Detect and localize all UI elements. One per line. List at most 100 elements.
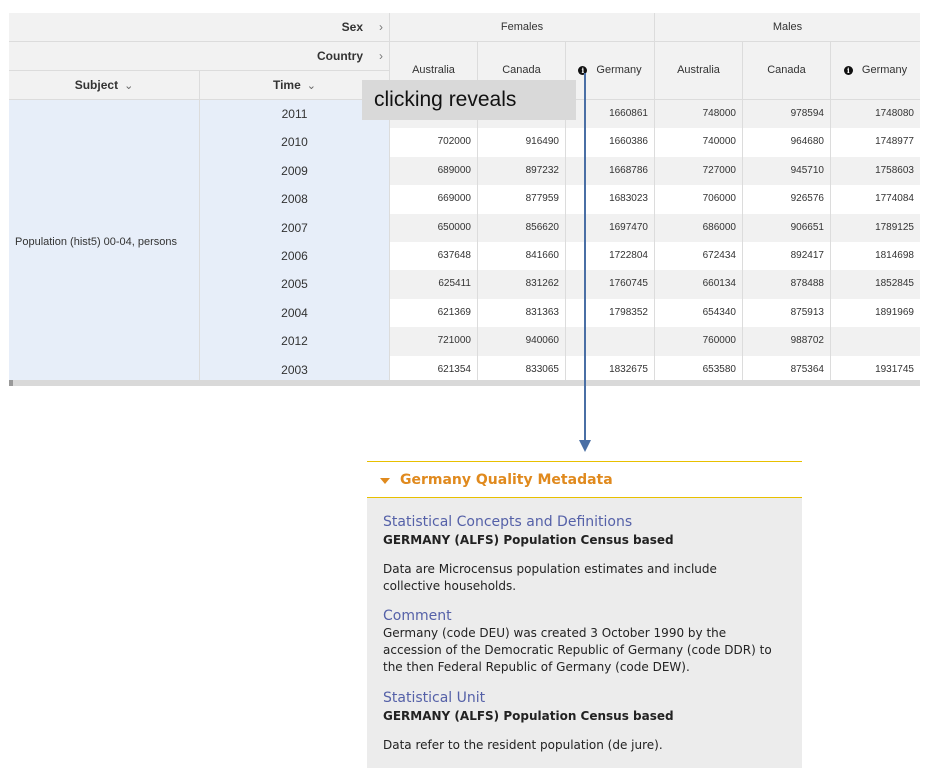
- time-cell: 2005: [200, 270, 390, 299]
- sex-dimension-label: Sex: [341, 20, 363, 34]
- time-cell: 2010: [200, 128, 390, 157]
- horizontal-scrollbar[interactable]: [9, 380, 920, 386]
- section-body: Germany (code DEU) was created 3 October…: [383, 626, 772, 674]
- section-subtitle: GERMANY (ALFS) Population Census based: [383, 533, 674, 547]
- value-cell: 748000: [655, 100, 743, 129]
- subject-column-label: Subject: [74, 78, 119, 92]
- sex-dimension-header[interactable]: Sex ›: [9, 13, 390, 42]
- value-cell: 897232: [478, 156, 566, 186]
- chevron-right-icon[interactable]: ›: [379, 13, 383, 41]
- callout-label: clicking reveals: [362, 80, 576, 120]
- section-title: Statistical Unit: [383, 690, 486, 706]
- value-cell: 637648: [390, 242, 478, 271]
- country-header[interactable]: i Germany: [566, 42, 655, 100]
- arrow-down-icon: [579, 440, 591, 452]
- value-cell: 875913: [743, 298, 831, 328]
- value-cell: 672434: [655, 242, 743, 271]
- data-table: Sex › Females Males Country › Australia …: [9, 13, 920, 386]
- time-cell: 2008: [200, 185, 390, 214]
- time-cell: 2006: [200, 242, 390, 271]
- value-cell: 940060: [478, 327, 566, 356]
- value-cell: 1758603: [831, 156, 920, 186]
- value-cell: 621369: [390, 298, 478, 328]
- value-cell: 964680: [743, 128, 831, 157]
- info-icon[interactable]: i: [843, 66, 853, 75]
- value-cell: 650000: [390, 213, 478, 242]
- value-cell: 831262: [478, 270, 566, 299]
- caret-down-icon[interactable]: [380, 478, 390, 484]
- time-cell: 2007: [200, 213, 390, 242]
- value-cell: 625411: [390, 270, 478, 299]
- country-label: Canada: [767, 64, 806, 76]
- country-label: Germany: [861, 64, 908, 76]
- section-title: Statistical Concepts and Definitions: [383, 514, 633, 530]
- chevron-down-icon[interactable]: ⌄: [124, 80, 133, 92]
- country-dimension-label: Country: [317, 49, 363, 63]
- metadata-panel-title: Germany Quality Metadata: [400, 472, 613, 488]
- country-label: Australia: [677, 64, 720, 76]
- country-label: Germany: [596, 64, 642, 76]
- section-body: Data refer to the resident population (d…: [383, 738, 663, 752]
- metadata-panel: Germany Quality Metadata Statistical Con…: [367, 461, 802, 768]
- value-cell: 1748977: [831, 128, 920, 157]
- country-dimension-header[interactable]: Country ›: [9, 42, 390, 71]
- sex-group-females: Females: [390, 13, 655, 42]
- value-cell: 916490: [478, 128, 566, 157]
- time-column-label: Time: [272, 78, 301, 92]
- value-cell: 892417: [743, 242, 831, 271]
- value-cell: 1660386: [566, 128, 655, 157]
- country-label: Canada: [502, 64, 541, 76]
- value-cell: 1683023: [566, 185, 655, 214]
- value-cell: 878488: [743, 270, 831, 299]
- section-title: Comment: [383, 608, 452, 624]
- section-body: Data are Microcensus population estimate…: [383, 562, 717, 593]
- value-cell: 841660: [478, 242, 566, 271]
- country-label: Australia: [412, 64, 455, 76]
- value-cell: 721000: [390, 327, 478, 356]
- value-cell: 926576: [743, 185, 831, 214]
- value-cell: 877959: [478, 185, 566, 214]
- value-cell: 1668786: [566, 156, 655, 186]
- value-cell: 1697470: [566, 213, 655, 242]
- value-cell: 1748080: [831, 100, 920, 129]
- value-cell: 1760745: [566, 270, 655, 299]
- metadata-panel-header[interactable]: Germany Quality Metadata: [367, 461, 802, 498]
- value-cell: 686000: [655, 213, 743, 242]
- value-cell: 702000: [390, 128, 478, 157]
- time-cell: 2004: [200, 298, 390, 328]
- value-cell: 988702: [743, 327, 831, 356]
- country-header[interactable]: Australia: [655, 42, 743, 100]
- value-cell: 740000: [655, 128, 743, 157]
- value-cell: 1774084: [831, 185, 920, 214]
- subject-column-header[interactable]: Subject ⌄: [9, 71, 200, 100]
- arrow-connector: [584, 73, 586, 445]
- value-cell: 1660861: [566, 100, 655, 129]
- value-cell: 1852845: [831, 270, 920, 299]
- value-cell: 906651: [743, 213, 831, 242]
- value-cell: 689000: [390, 156, 478, 186]
- country-header[interactable]: Canada: [743, 42, 831, 100]
- chevron-down-icon[interactable]: ⌄: [307, 80, 316, 92]
- value-cell: 727000: [655, 156, 743, 186]
- value-cell: [566, 327, 655, 356]
- value-cell: 669000: [390, 185, 478, 214]
- time-cell: 2009: [200, 156, 390, 186]
- value-cell: 856620: [478, 213, 566, 242]
- value-cell: 1814698: [831, 242, 920, 271]
- value-cell: 978594: [743, 100, 831, 129]
- value-cell: 760000: [655, 327, 743, 356]
- value-cell: 1798352: [566, 298, 655, 328]
- value-cell: 706000: [655, 185, 743, 214]
- value-cell: 660134: [655, 270, 743, 299]
- value-cell: 831363: [478, 298, 566, 328]
- section-subtitle: GERMANY (ALFS) Population Census based: [383, 709, 674, 723]
- value-cell: [831, 327, 920, 356]
- sex-group-males: Males: [655, 13, 920, 42]
- subject-cell: Population (hist5) 00-04, persons: [9, 100, 200, 384]
- value-cell: 1789125: [831, 213, 920, 242]
- chevron-right-icon[interactable]: ›: [379, 42, 383, 70]
- subject-value: Population (hist5) 00-04, persons: [15, 236, 178, 248]
- value-cell: 1891969: [831, 298, 920, 328]
- value-cell: 654340: [655, 298, 743, 328]
- country-header[interactable]: i Germany: [831, 42, 920, 100]
